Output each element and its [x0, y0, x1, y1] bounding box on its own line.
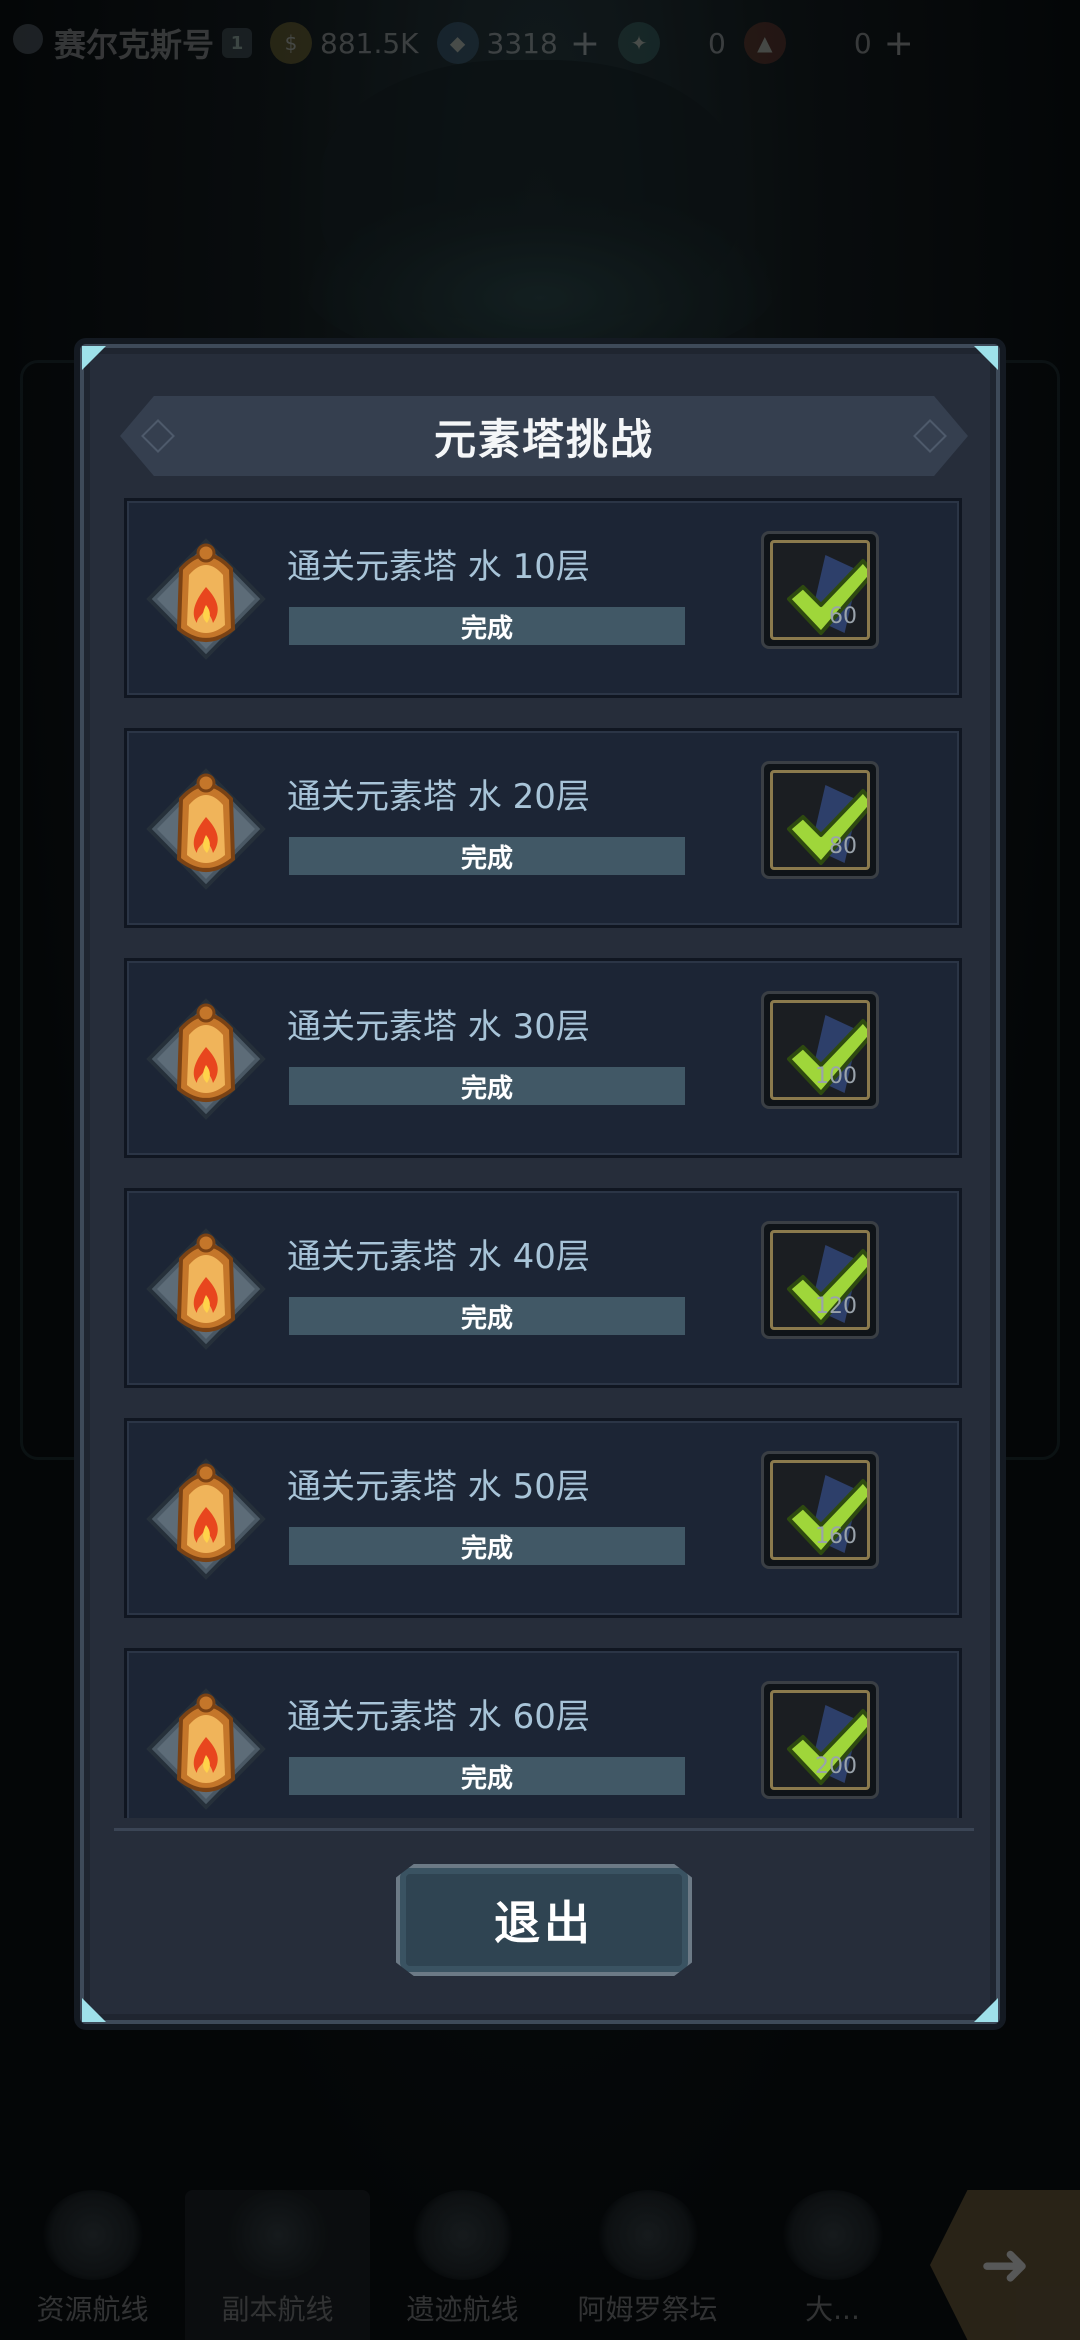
task-progress-bar: 完成	[289, 1757, 685, 1795]
task-status: 完成	[460, 1073, 513, 1104]
reward-amount: 80	[829, 834, 857, 859]
corner-ornament-icon	[82, 1998, 106, 2022]
task-progress-bar: 完成	[289, 1067, 685, 1105]
reward-frame: 80	[770, 770, 870, 870]
fire-badge-icon	[141, 1221, 271, 1357]
reward-slot[interactable]: 60	[761, 531, 879, 649]
task-title: 通关元素塔 水 40层	[287, 1237, 590, 1277]
task-title: 通关元素塔 水 20层	[287, 777, 590, 817]
task-title: 通关元素塔 水 30层	[287, 1007, 590, 1047]
task-progress-bar: 完成	[289, 1297, 685, 1335]
corner-ornament-icon	[82, 346, 106, 370]
reward-amount: 60	[829, 604, 857, 629]
reward-slot[interactable]: 200	[761, 1681, 879, 1799]
fire-badge-icon	[141, 1451, 271, 1587]
reward-amount: 120	[815, 1294, 857, 1319]
corner-ornament-icon	[974, 1998, 998, 2022]
task-row[interactable]: 通关元素塔 水 10层 完成 60	[124, 498, 962, 698]
dialog-title-banner: 元素塔挑战	[120, 396, 968, 476]
reward-amount: 100	[815, 1064, 857, 1089]
reward-frame: 60	[770, 540, 870, 640]
exit-button-label: 退出	[494, 1896, 594, 1950]
task-status: 完成	[460, 1763, 513, 1794]
element-tower-challenge-dialog: 元素塔挑战 通关元素塔 水 10层 完成 60 通关元素塔 水 20层 完成 8…	[80, 344, 1000, 2024]
reward-frame: 100	[770, 1000, 870, 1100]
fire-badge-icon	[141, 1681, 271, 1817]
task-row[interactable]: 通关元素塔 水 50层 完成 160	[124, 1418, 962, 1618]
task-row[interactable]: 通关元素塔 水 30层 完成 100	[124, 958, 962, 1158]
reward-slot[interactable]: 80	[761, 761, 879, 879]
task-status: 完成	[460, 843, 513, 874]
diamond-ornament-icon	[141, 419, 175, 453]
task-title: 通关元素塔 水 60层	[287, 1697, 590, 1737]
task-progress-bar: 完成	[289, 837, 685, 875]
task-row[interactable]: 通关元素塔 水 20层 完成 80	[124, 728, 962, 928]
task-progress-bar: 完成	[289, 607, 685, 645]
reward-frame: 120	[770, 1230, 870, 1330]
task-title: 通关元素塔 水 10层	[287, 547, 590, 587]
reward-frame: 200	[770, 1690, 870, 1790]
dialog-title: 元素塔挑战	[433, 414, 654, 464]
task-list[interactable]: 通关元素塔 水 10层 完成 60 通关元素塔 水 20层 完成 80 通关元素…	[124, 498, 964, 1818]
reward-amount: 160	[815, 1524, 857, 1549]
corner-ornament-icon	[974, 346, 998, 370]
reward-slot[interactable]: 100	[761, 991, 879, 1109]
task-status: 完成	[460, 1533, 513, 1564]
task-title: 通关元素塔 水 50层	[287, 1467, 590, 1507]
fire-badge-icon	[141, 531, 271, 667]
divider	[114, 1828, 974, 1831]
diamond-ornament-icon	[913, 419, 947, 453]
reward-slot[interactable]: 120	[761, 1221, 879, 1339]
reward-slot[interactable]: 160	[761, 1451, 879, 1569]
task-status: 完成	[460, 613, 513, 644]
task-progress-bar: 完成	[289, 1527, 685, 1565]
task-row[interactable]: 通关元素塔 水 40层 完成 120	[124, 1188, 962, 1388]
reward-amount: 200	[815, 1754, 857, 1779]
fire-badge-icon	[141, 991, 271, 1127]
task-row[interactable]: 通关元素塔 水 60层 完成 200	[124, 1648, 962, 1818]
fire-badge-icon	[141, 761, 271, 897]
exit-button[interactable]: 退出	[396, 1864, 692, 1976]
reward-frame: 160	[770, 1460, 870, 1560]
task-status: 完成	[460, 1303, 513, 1334]
